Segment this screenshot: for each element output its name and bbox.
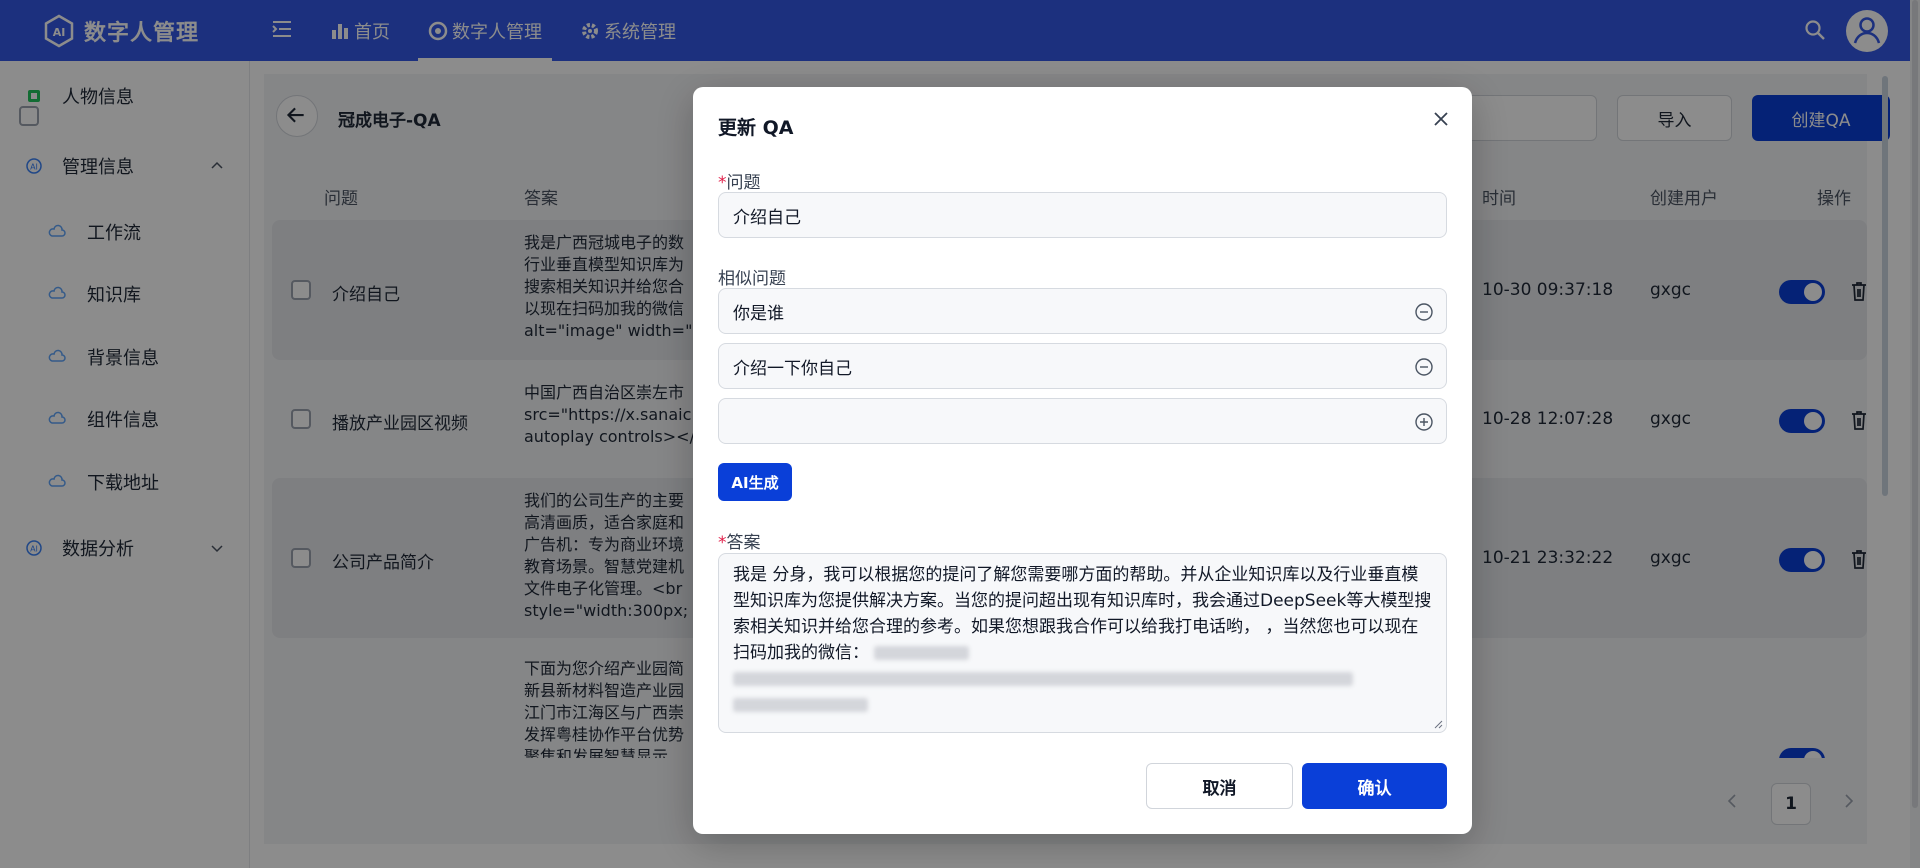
- resize-handle-icon[interactable]: [1433, 719, 1443, 729]
- minus-circle-icon[interactable]: [1414, 357, 1434, 377]
- close-icon[interactable]: [1431, 109, 1451, 129]
- similar-question-input[interactable]: 你是谁: [718, 288, 1447, 334]
- answer-textarea[interactable]: 我是 分身，我可以根据您的提问了解您需要哪方面的帮助。并从企业知识库以及行业垂直…: [718, 553, 1447, 733]
- similar-question-input[interactable]: 介绍一下你自己: [718, 343, 1447, 389]
- question-input[interactable]: 介绍自己: [718, 192, 1447, 238]
- plus-circle-icon[interactable]: [1414, 412, 1434, 432]
- dialog-title: 更新 QA: [718, 117, 794, 139]
- minus-circle-icon[interactable]: [1414, 302, 1434, 322]
- update-qa-dialog: 更新 QA *问题 介绍自己 相似问题 你是谁 介绍一下你自己 AI生成 *答案…: [693, 87, 1472, 834]
- confirm-button[interactable]: 确认: [1302, 763, 1447, 809]
- redacted-block: [874, 646, 970, 660]
- similar-question-input[interactable]: [718, 398, 1447, 444]
- answer-label: *答案: [718, 533, 761, 553]
- redacted-block: [733, 698, 868, 712]
- question-label: *问题: [718, 173, 761, 193]
- redacted-block: [733, 672, 1353, 686]
- answer-text: 我是 分身，我可以根据您的提问了解您需要哪方面的帮助。并从企业知识库以及行业垂直…: [733, 565, 1432, 663]
- cancel-button[interactable]: 取消: [1146, 763, 1293, 809]
- ai-generate-button[interactable]: AI生成: [718, 463, 792, 501]
- similar-label: 相似问题: [718, 269, 786, 289]
